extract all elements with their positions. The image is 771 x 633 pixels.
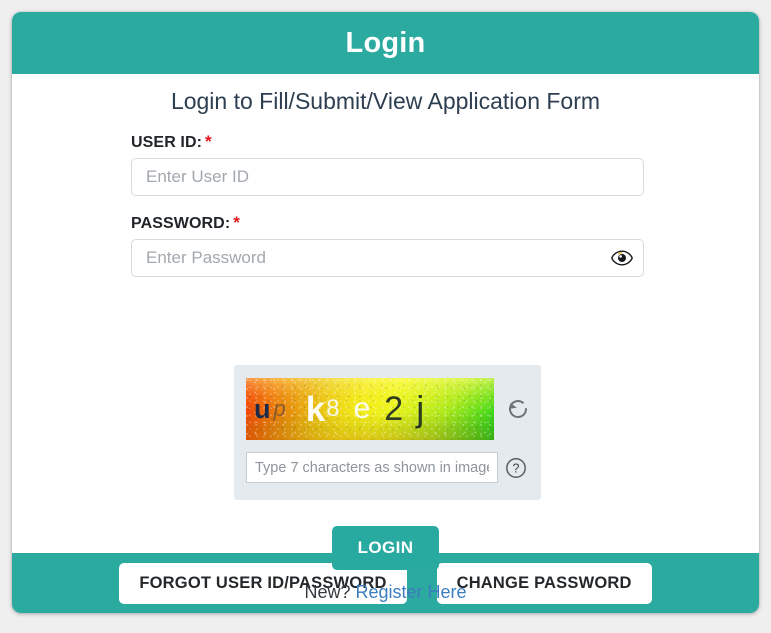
user-id-required-marker: * — [205, 132, 212, 151]
captcha-char: e — [353, 392, 371, 425]
password-label: PASSWORD: * — [131, 213, 640, 233]
refresh-icon[interactable] — [503, 394, 533, 424]
user-id-label: USER ID: * — [131, 132, 640, 152]
captcha-panel: u p k 8 e 2 j Type 7 characters as shown… — [234, 365, 541, 500]
password-required-marker: * — [233, 213, 240, 232]
password-input-wrapper — [131, 239, 644, 277]
field-spacer — [12, 196, 759, 213]
captcha-char: 2 — [384, 390, 404, 428]
user-id-input[interactable] — [131, 158, 644, 196]
captcha-char: k — [305, 389, 326, 429]
register-line: New? Register Here — [12, 582, 759, 603]
captcha-image-row: u p k 8 e 2 j — [246, 378, 541, 440]
user-id-field-group: USER ID: * — [131, 132, 644, 196]
captcha-input[interactable] — [246, 452, 498, 483]
question-mark-circle-icon[interactable]: ? — [504, 456, 528, 480]
svg-text:?: ? — [513, 461, 520, 475]
captcha-char: u — [254, 393, 271, 424]
password-label-text: PASSWORD: — [131, 215, 231, 232]
captcha-char: j — [416, 388, 425, 429]
card-header: Login — [12, 12, 759, 74]
page-title: Login — [345, 26, 426, 59]
register-prefix: New? — [304, 582, 351, 602]
captcha-input-row: ? — [246, 452, 541, 483]
user-id-label-text: USER ID: — [131, 134, 203, 151]
register-here-link[interactable]: Register Here — [356, 582, 467, 602]
captcha-characters: u p k 8 e 2 j — [246, 378, 494, 440]
login-button-wrapper: LOGIN — [12, 526, 759, 570]
password-input[interactable] — [131, 239, 644, 277]
password-field-group: PASSWORD: * — [131, 213, 644, 277]
eye-icon[interactable] — [611, 249, 633, 267]
captcha-char: 8 — [326, 395, 340, 422]
subtitle: Login to Fill/Submit/View Application Fo… — [170, 88, 601, 114]
captcha-char: p — [273, 396, 286, 421]
login-button[interactable]: LOGIN — [331, 526, 440, 570]
login-page: Login Login to Fill/Submit/View Applicat… — [0, 0, 771, 633]
card-body: Login to Fill/Submit/View Application Fo… — [12, 74, 759, 602]
captcha-image: u p k 8 e 2 j — [246, 378, 494, 440]
login-card: Login Login to Fill/Submit/View Applicat… — [12, 12, 759, 613]
